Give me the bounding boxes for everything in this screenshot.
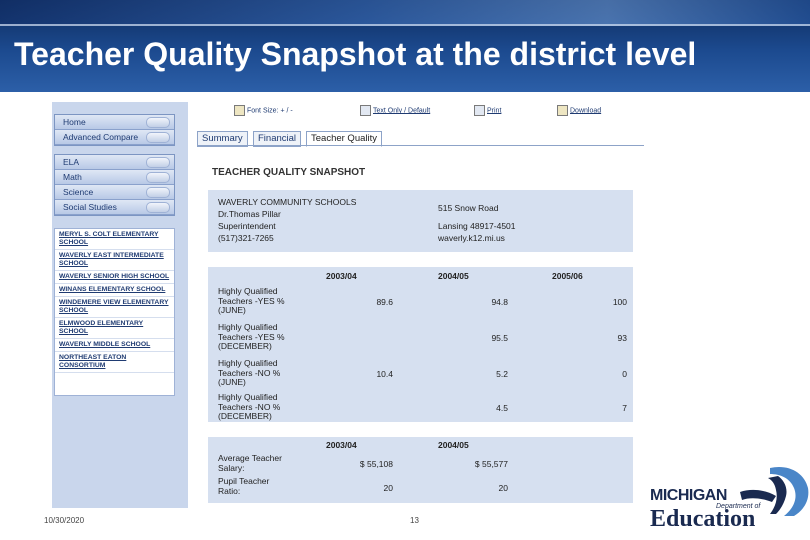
cell-value: 94.8	[491, 297, 508, 307]
nav-item-social-studies[interactable]: Social Studies	[55, 200, 174, 215]
row-label: Highly Qualified Teachers -YES % (JUNE)	[218, 287, 285, 315]
font-size-icon	[234, 105, 245, 116]
text-only-icon	[360, 105, 371, 116]
cell-value: 5.2	[496, 369, 508, 379]
nav-item-advanced-compare[interactable]: Advanced Compare	[55, 130, 174, 145]
school-link[interactable]: ELMWOOD ELEMENTARY SCHOOL	[55, 318, 174, 339]
school-list: MERYL S. COLT ELEMENTARY SCHOOL WAVERLY …	[54, 228, 175, 396]
school-link[interactable]: WINDEMERE VIEW ELEMENTARY SCHOOL	[55, 297, 174, 318]
row-label: Pupil Teacher Ratio:	[218, 477, 270, 496]
nav-item-math[interactable]: Math	[55, 170, 174, 185]
school-link[interactable]: WINANS ELEMENTARY SCHOOL	[55, 284, 174, 297]
arrow-button-icon	[146, 157, 170, 168]
year-header: 2003/04	[326, 271, 357, 281]
year-header: 2004/05	[438, 271, 469, 281]
row-label: Highly Qualified Teachers -YES % (DECEMB…	[218, 323, 285, 351]
arrow-button-icon	[146, 172, 170, 183]
year-header: 2003/04	[326, 440, 357, 450]
top-nav-box: Home Advanced Compare	[54, 114, 175, 146]
district-info-box: WAVERLY COMMUNITY SCHOOLS Dr.Thomas Pill…	[208, 190, 633, 252]
arrow-button-icon	[146, 202, 170, 213]
cell-value: 7	[622, 403, 627, 413]
arrow-button-icon	[146, 187, 170, 198]
school-link[interactable]: WAVERLY SENIOR HIGH SCHOOL	[55, 271, 174, 284]
nav-item-science[interactable]: Science	[55, 185, 174, 200]
contact-person: Dr.Thomas Pillar	[218, 209, 281, 219]
printer-icon	[474, 105, 485, 116]
subject-nav-box: ELA Math Science Social Studies	[54, 154, 175, 216]
print-link[interactable]: Print	[474, 105, 501, 121]
row-label: Average Teacher Salary:	[218, 454, 282, 473]
tab-divider	[197, 145, 644, 146]
left-nav-panel: Home Advanced Compare ELA Math Science S…	[52, 102, 188, 508]
mde-logo: MICHIGAN Department of Education	[650, 462, 810, 538]
cell-value: 10.4	[376, 369, 393, 379]
banner-sweep	[0, 0, 810, 26]
download-icon	[557, 105, 568, 116]
cell-value: 95.5	[491, 333, 508, 343]
year-header: 2004/05	[438, 440, 469, 450]
slide-title: Teacher Quality Snapshot at the district…	[14, 36, 697, 72]
nav-item-home[interactable]: Home	[55, 115, 174, 130]
slide-page-number: 13	[410, 516, 419, 525]
cell-value: 20	[383, 483, 393, 493]
download-link[interactable]: Download	[557, 105, 601, 121]
arrow-button-icon	[146, 117, 170, 128]
snapshot-heading: TEACHER QUALITY SNAPSHOT	[212, 167, 366, 178]
salary-table: 2003/04 2004/05 Average Teacher Salary: …	[208, 437, 633, 503]
title-banner: Teacher Quality Snapshot at the district…	[0, 0, 810, 92]
logo-education: Education	[650, 506, 756, 532]
district-address: 515 Snow Road	[438, 203, 499, 213]
contact-phone: (517)321-7265	[218, 233, 274, 243]
text-only-link[interactable]: Text Only / Default	[360, 105, 430, 121]
row-label: Highly Qualified Teachers -NO % (JUNE)	[218, 359, 281, 387]
arrow-button-icon	[146, 132, 170, 143]
district-city: Lansing 48917-4501	[438, 221, 516, 231]
district-website[interactable]: waverly.k12.mi.us	[438, 232, 505, 244]
cell-value: 20	[498, 483, 508, 493]
cell-value: 4.5	[496, 403, 508, 413]
school-link[interactable]: MERYL S. COLT ELEMENTARY SCHOOL	[55, 229, 174, 250]
contact-role: Superintendent	[218, 221, 276, 231]
nav-item-ela[interactable]: ELA	[55, 155, 174, 170]
school-link[interactable]: WAVERLY EAST INTERMEDIATE SCHOOL	[55, 250, 174, 271]
cell-value: $ 55,108	[359, 459, 393, 469]
cell-value: 89.6	[376, 297, 393, 307]
embedded-web-screenshot: Home Advanced Compare ELA Math Science S…	[52, 102, 644, 508]
cell-value: 100	[612, 297, 627, 307]
cell-value: 93	[617, 333, 627, 343]
banner-separator	[0, 24, 810, 26]
quality-table: 2003/04 2004/05 2005/06 Highly Qualified…	[208, 267, 633, 422]
school-link[interactable]: WAVERLY MIDDLE SCHOOL	[55, 339, 174, 352]
district-name: WAVERLY COMMUNITY SCHOOLS	[218, 197, 357, 207]
row-label: Highly Qualified Teachers -NO % (DECEMBE…	[218, 393, 281, 421]
school-link[interactable]: NORTHEAST EATON CONSORTIUM	[55, 352, 174, 373]
cell-value: $ 55,577	[474, 459, 508, 469]
font-size-control[interactable]: Font Size: + / -	[234, 105, 293, 121]
year-header: 2005/06	[552, 271, 583, 281]
slide-date: 10/30/2020	[44, 516, 85, 525]
cell-value: 0	[622, 369, 627, 379]
